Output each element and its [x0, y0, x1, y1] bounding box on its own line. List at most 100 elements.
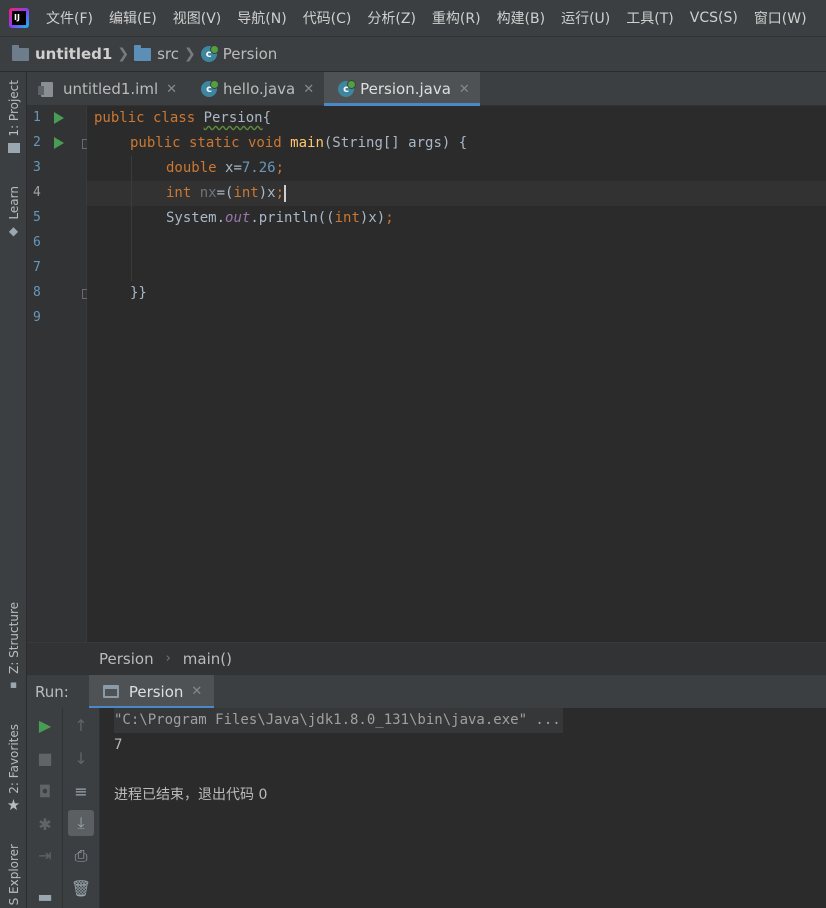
star-icon: ★	[6, 795, 21, 814]
breadcrumb-folder[interactable]: src	[134, 44, 179, 63]
breadcrumb-separator-icon: ❯	[117, 46, 130, 62]
code-line-4[interactable]: int nx=(int)x;	[166, 181, 287, 206]
stop-icon[interactable]: ■	[32, 745, 58, 771]
menu-code[interactable]: 代码(C)	[295, 8, 360, 28]
layout-icon[interactable]: ▬	[32, 883, 58, 908]
code-token: }}	[130, 285, 147, 301]
gutter-line-3: 3	[27, 156, 87, 181]
code-token: System.	[166, 210, 226, 226]
run-console[interactable]: "C:\Program Files\Java\jdk1.8.0_131\bin\…	[100, 708, 826, 908]
menu-refactor[interactable]: 重构(R)	[424, 8, 489, 28]
gutter-line-9: 9	[27, 306, 87, 331]
java-class-icon: c	[201, 80, 220, 97]
crumb-class[interactable]: Persion	[99, 650, 154, 668]
console-output-line: 7	[114, 737, 123, 753]
menu-file[interactable]: 文件(F)	[38, 8, 101, 28]
login-icon[interactable]: ⇥	[32, 842, 58, 868]
code-token: .println((	[250, 210, 335, 226]
code-token: int	[334, 210, 360, 226]
menu-analyze[interactable]: 分析(Z)	[359, 8, 424, 28]
code-token: ;	[385, 210, 394, 226]
rerun-icon[interactable]: ▶	[32, 712, 58, 738]
close-icon[interactable]: ✕	[459, 82, 470, 97]
breadcrumb-separator-icon: ❯	[183, 46, 196, 62]
line-number: 2	[33, 135, 41, 150]
run-gutter-icon[interactable]	[54, 137, 64, 149]
run-panel-header: Run: Persion ✕	[27, 674, 826, 709]
menu-navigate[interactable]: 导航(N)	[229, 8, 294, 28]
menu-window[interactable]: 窗口(W)	[746, 8, 815, 28]
run-toolbar-primary: ▶ ■ ◘ ✱ ⇥ ▬	[27, 708, 63, 908]
tool-window-structure-label: Z: Structure	[6, 602, 21, 674]
tool-window-structure[interactable]: Z: Structure ▪	[0, 602, 27, 691]
tab-label: untitled1.iml	[63, 80, 159, 98]
line-number: 4	[33, 185, 41, 200]
code-token: x=	[225, 160, 242, 176]
tab-persion-java[interactable]: c Persion.java ✕	[324, 72, 480, 106]
line-number: 7	[33, 260, 41, 275]
menu-run[interactable]: 运行(U)	[553, 8, 618, 28]
debug-icon[interactable]: ✱	[32, 811, 58, 837]
project-folder-icon	[7, 142, 20, 153]
code-token: {	[262, 110, 272, 126]
tab-untitled1-iml[interactable]: untitled1.iml ✕	[27, 72, 187, 106]
structure-icon: ▪	[9, 677, 18, 691]
tool-window-favorites[interactable]: 2: Favorites ★	[0, 724, 27, 814]
run-tab-persion[interactable]: Persion ✕	[88, 674, 215, 709]
print-icon[interactable]: ⎙	[68, 843, 94, 869]
breadcrumb-project[interactable]: untitled1	[12, 44, 113, 63]
tool-window-learn[interactable]: Learn ◆	[0, 186, 27, 238]
run-tab-label: Persion	[128, 682, 184, 701]
trash-icon[interactable]: 🗑	[68, 875, 94, 901]
line-number: 6	[33, 235, 41, 250]
menu-build[interactable]: 构建(B)	[489, 8, 554, 28]
close-icon[interactable]: ✕	[166, 82, 177, 97]
arrow-up-icon[interactable]: ↑	[68, 712, 94, 738]
console-icon	[102, 685, 119, 698]
code-token: public class	[94, 110, 204, 126]
code-line-8[interactable]: }}	[130, 281, 147, 306]
close-icon[interactable]: ✕	[191, 684, 202, 699]
code-line-2[interactable]: public static void main(String[] args) {	[130, 131, 467, 156]
code-token: )x)	[359, 210, 386, 226]
graduation-cap-icon: ◆	[8, 223, 19, 238]
iml-file-icon	[38, 81, 53, 97]
code-line-5[interactable]: System.out.println((int)x);	[166, 206, 394, 231]
menu-vcs[interactable]: VCS(S)	[682, 10, 746, 26]
code-token: double	[166, 160, 226, 176]
code-line-1[interactable]: public class Persion{	[94, 106, 271, 131]
line-number: 8	[33, 285, 41, 300]
soft-wrap-icon[interactable]: ≡	[68, 778, 94, 804]
breadcrumb-project-label: untitled1	[35, 45, 113, 63]
gutter-line-2: 2	[27, 131, 92, 156]
editor-tab-bar: untitled1.iml ✕ c hello.java ✕ c Persion…	[27, 72, 826, 106]
menu-edit[interactable]: 编辑(E)	[101, 8, 165, 28]
tool-window-explorer-label: S Explorer	[6, 844, 21, 906]
navigation-bar: untitled1 ❯ src ❯ c Persion	[0, 36, 826, 72]
camera-icon[interactable]: ◘	[32, 778, 58, 804]
line-number: 1	[33, 110, 41, 125]
code-token: ;	[275, 185, 285, 201]
gutter-line-1: 1	[27, 106, 87, 131]
text-caret	[284, 184, 287, 202]
close-icon[interactable]: ✕	[303, 82, 314, 97]
left-tool-strip: 1: Project Learn ◆ Z: Structure ▪ 2: Fav…	[0, 72, 27, 908]
breadcrumb-file[interactable]: c Persion	[200, 45, 278, 63]
menu-view[interactable]: 视图(V)	[165, 8, 230, 28]
tool-window-favorites-label: 2: Favorites	[6, 724, 21, 794]
crumb-method[interactable]: main()	[183, 650, 232, 668]
tool-window-project[interactable]: 1: Project	[0, 80, 27, 153]
logo-text: IJ	[12, 11, 26, 25]
tool-window-explorer[interactable]: S Explorer	[0, 844, 27, 905]
tab-hello-java[interactable]: c hello.java ✕	[187, 72, 324, 106]
scroll-to-end-icon[interactable]: ⤓	[68, 810, 94, 836]
code-line-3[interactable]: double x=7.26;	[166, 156, 284, 181]
console-command-line: "C:\Program Files\Java\jdk1.8.0_131\bin\…	[114, 708, 563, 733]
run-gutter-icon[interactable]	[54, 112, 64, 124]
breadcrumb-file-label: Persion	[222, 45, 278, 63]
line-number: 3	[33, 160, 41, 175]
arrow-down-icon[interactable]: ↓	[68, 745, 94, 771]
run-toolbar-secondary: ↑ ↓ ≡ ⤓ ⎙ 🗑	[63, 708, 100, 908]
menu-tools[interactable]: 工具(T)	[618, 8, 681, 28]
code-token: (String[] args) {	[323, 135, 468, 151]
